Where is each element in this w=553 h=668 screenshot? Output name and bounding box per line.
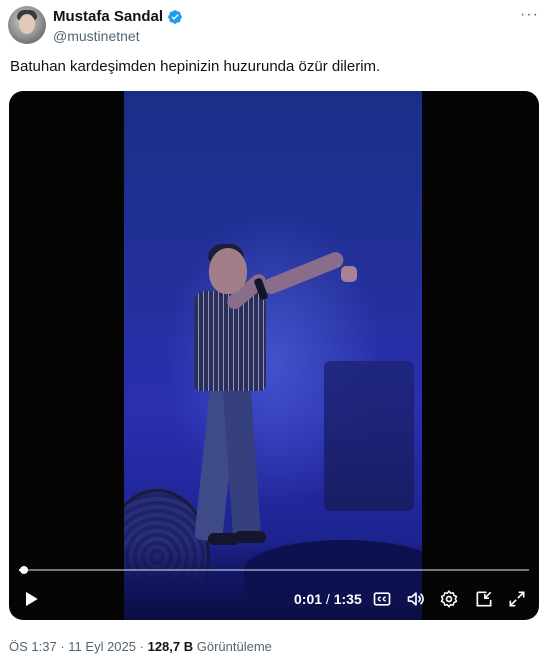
tweet-header: Mustafa Sandal @mustinetnet ··· xyxy=(8,6,543,46)
tweet-time[interactable]: ÖS 1:37 xyxy=(9,639,57,654)
views-label: Görüntüleme xyxy=(196,639,272,654)
captions-icon[interactable] xyxy=(372,589,392,609)
stage-equipment xyxy=(324,361,414,511)
video-progress-knob[interactable] xyxy=(20,566,29,574)
views-count: 128,7 B xyxy=(147,639,194,654)
tweet-text: Batuhan kardeşimden hepinizin huzurunda … xyxy=(10,58,381,75)
author-name-row: Mustafa Sandal xyxy=(53,8,183,25)
fullscreen-icon[interactable] xyxy=(507,589,527,609)
verified-badge-icon xyxy=(168,9,182,24)
tweet-meta: ÖS 1:37 · 11 Eyl 2025 · 128,7 B Görüntül… xyxy=(9,639,272,654)
tweet-date[interactable]: 11 Eyl 2025 xyxy=(68,639,136,654)
avatar[interactable] xyxy=(8,6,46,44)
performer-head xyxy=(209,248,247,294)
author-handle[interactable]: @mustinetnet xyxy=(53,28,140,44)
more-options-icon[interactable]: ··· xyxy=(520,6,539,24)
meta-separator: · xyxy=(60,639,65,654)
video-frame xyxy=(124,91,422,620)
duration: 1:35 xyxy=(333,591,362,607)
video-player[interactable]: 0:01 / 1:35 xyxy=(9,91,539,620)
play-icon[interactable] xyxy=(21,589,41,609)
author-name[interactable]: Mustafa Sandal xyxy=(53,8,163,25)
current-time: 0:01 xyxy=(294,591,323,607)
meta-separator: · xyxy=(139,639,144,654)
video-progress-bar[interactable] xyxy=(19,566,529,574)
performer-fist xyxy=(341,266,357,282)
avatar-face xyxy=(19,14,35,34)
time-separator: / xyxy=(325,591,330,607)
volume-icon[interactable] xyxy=(406,589,426,609)
pip-icon[interactable] xyxy=(474,589,494,609)
settings-icon[interactable] xyxy=(439,589,459,609)
video-controls: 0:01 / 1:35 xyxy=(9,585,539,613)
video-time: 0:01 / 1:35 xyxy=(294,591,362,607)
